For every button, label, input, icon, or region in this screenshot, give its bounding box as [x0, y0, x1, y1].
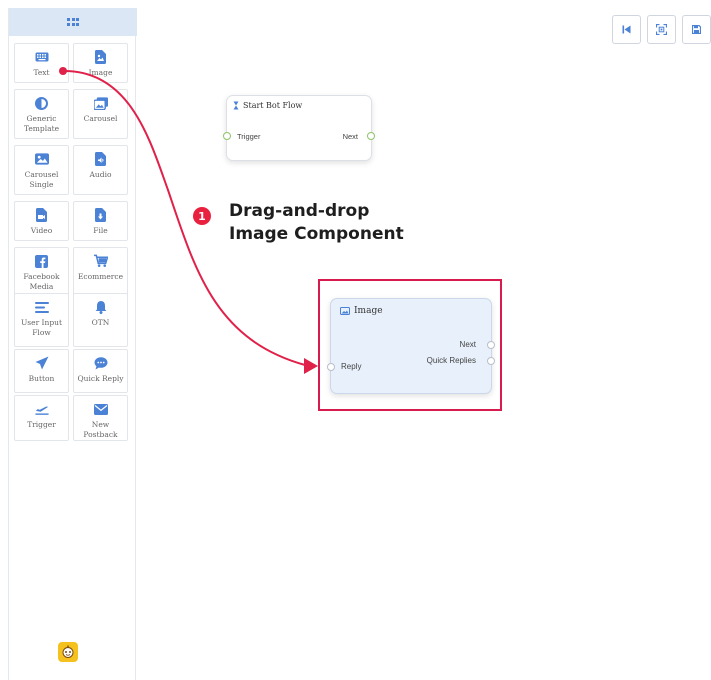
drag-arrow: [59, 67, 318, 374]
callout-text: Drag-and-drop Image Component: [229, 200, 489, 246]
step-number-badge: 1: [193, 207, 211, 225]
callout-line-1: Drag-and-drop: [229, 201, 370, 221]
callout-line-2: Image Component: [229, 224, 404, 244]
